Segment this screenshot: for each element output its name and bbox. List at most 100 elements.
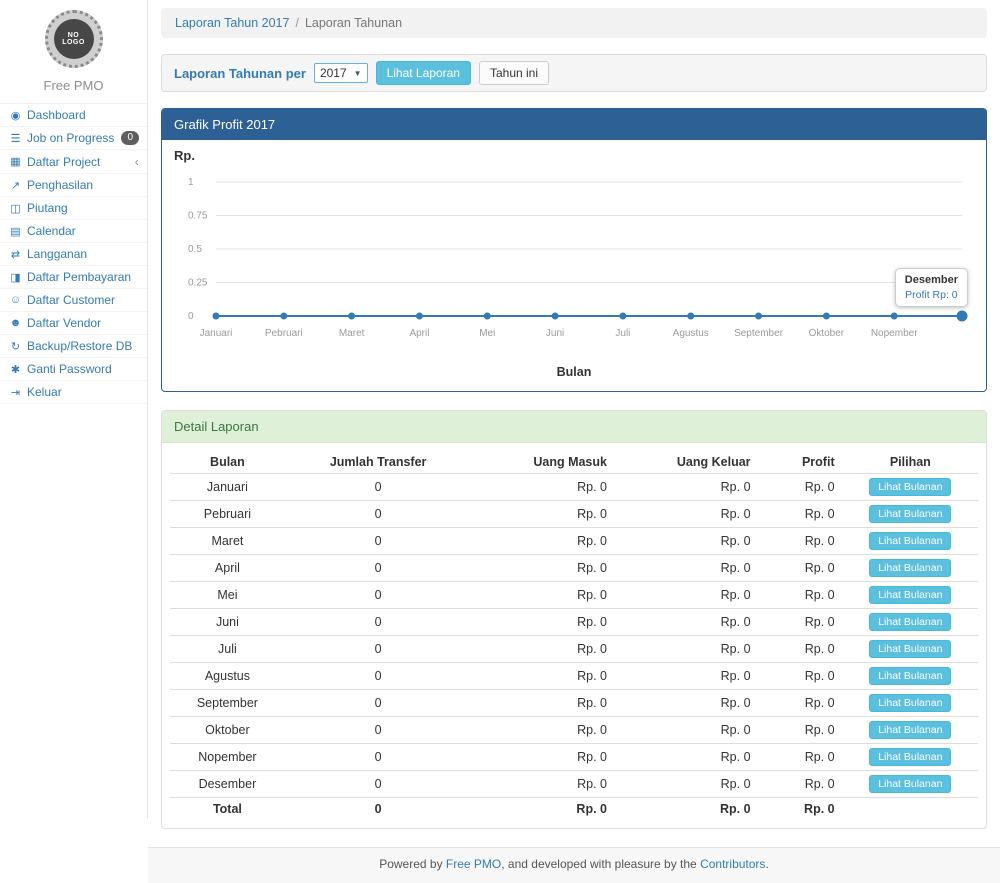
chart-point-Juli[interactable] [619,313,626,320]
chart-point-Nopember[interactable] [891,313,898,320]
sidebar-item-daftar-project[interactable]: ▦Daftar Project‹ [0,150,147,174]
brand-name: Free PMO [0,72,147,104]
cell-pilihan: Lihat Bulanan [843,528,978,555]
logo: NO LOGO [0,0,147,72]
lihat-bulanan-button[interactable]: Lihat Bulanan [869,478,951,496]
col-header-uang-keluar: Uang Keluar [615,451,759,474]
cell-pilihan: Lihat Bulanan [843,771,978,798]
tooltip-value: Profit Rp: 0 [905,289,958,301]
cell-bulan: Juni [170,609,285,636]
sidebar-item-label: Backup/Restore DB [27,339,139,353]
sidebar-item-penghasilan[interactable]: ↗Penghasilan [0,174,147,197]
lihat-bulanan-button[interactable]: Lihat Bulanan [869,640,951,658]
cell-uang-masuk: Rp. 0 [471,771,615,798]
sidebar-item-langganan[interactable]: ⇄Langganan [0,243,147,266]
cell-uang-keluar: Rp. 0 [615,636,759,663]
cell-uang-masuk: Rp. 0 [471,663,615,690]
tahun-ini-button[interactable]: Tahun ini [479,61,549,85]
lihat-bulanan-button[interactable]: Lihat Bulanan [869,721,951,739]
exchange-icon: ⇄ [8,248,23,261]
chart-point-Mei[interactable] [484,313,491,320]
refresh-icon: ↻ [8,340,23,353]
lihat-bulanan-button[interactable]: Lihat Bulanan [869,748,951,766]
cell-bulan: Pebruari [170,501,285,528]
sidebar-item-piutang[interactable]: ◫Piutang [0,197,147,220]
chart-point-Oktober[interactable] [823,313,830,320]
cell-profit: Rp. 0 [759,690,843,717]
table-row: Mei0Rp. 0Rp. 0Rp. 0Lihat Bulanan [170,582,978,609]
calendar-icon: ▤ [8,225,23,238]
lihat-bulanan-button[interactable]: Lihat Bulanan [869,532,951,550]
col-header-profit: Profit [759,451,843,474]
col-header-uang-masuk: Uang Masuk [471,451,615,474]
cell-jumlah-transfer: 0 [285,771,472,798]
chart-point-September[interactable] [755,313,762,320]
sidebar-item-ganti-password[interactable]: ✱Ganti Password [0,358,147,381]
chart-point-Maret[interactable] [348,313,355,320]
chart-point-Pebruari[interactable] [280,313,287,320]
footer-contributors-link[interactable]: Contributors [700,857,765,871]
lihat-bulanan-button[interactable]: Lihat Bulanan [869,667,951,685]
sidebar-item-job-on-progress[interactable]: ☰Job on Progress0 [0,127,147,150]
sidebar-item-daftar-pembayaran[interactable]: ◨Daftar Pembayaran [0,266,147,289]
sidebar-item-dashboard[interactable]: ◉Dashboard [0,104,147,127]
table-row: Agustus0Rp. 0Rp. 0Rp. 0Lihat Bulanan [170,663,978,690]
cell-profit: Rp. 0 [759,474,843,501]
lihat-bulanan-button[interactable]: Lihat Bulanan [869,775,951,793]
cell-uang-masuk: Rp. 0 [471,609,615,636]
vendors-icon: ☻ [8,317,23,329]
sidebar-item-calendar[interactable]: ▤Calendar [0,220,147,243]
cell-profit: Rp. 0 [759,663,843,690]
cell-jumlah-transfer: 0 [285,636,472,663]
sidebar-item-keluar[interactable]: ⇥Keluar [0,381,147,404]
svg-text:Juli: Juli [615,328,630,339]
sidebar-item-daftar-customer[interactable]: ☺Daftar Customer [0,289,147,312]
cell-pilihan: Lihat Bulanan [843,717,978,744]
cell-pilihan: Lihat Bulanan [843,501,978,528]
cell-profit: Rp. 0 [759,717,843,744]
cell-profit: Rp. 0 [759,555,843,582]
chart-point-Januari[interactable] [213,313,220,320]
chart-point-Agustus[interactable] [687,313,694,320]
detail-panel-title: Detail Laporan [162,411,986,443]
svg-text:0: 0 [188,311,194,322]
sidebar-item-label: Ganti Password [27,362,139,376]
svg-text:Oktober: Oktober [809,328,845,339]
cell-jumlah-transfer: 0 [285,474,472,501]
lihat-bulanan-button[interactable]: Lihat Bulanan [869,559,951,577]
cell-profit: Rp. 0 [759,771,843,798]
year-select[interactable]: 2017 ▼ [314,63,368,83]
chevron-down-icon: ▼ [354,69,362,78]
footer-brand-link[interactable]: Free PMO [446,857,501,871]
line-chart-icon: ↗ [8,179,23,192]
chart-body: Rp. 00.250.50.751JanuariPebruariMaretApr… [162,140,986,391]
report-filter-bar: Laporan Tahunan per 2017 ▼ Lihat Laporan… [161,54,987,92]
lihat-bulanan-button[interactable]: Lihat Bulanan [869,586,951,604]
cell-bulan: Nopember [170,744,285,771]
cell-uang-masuk: Rp. 0 [471,690,615,717]
sidebar-item-daftar-vendor[interactable]: ☻Daftar Vendor [0,312,147,335]
col-header-jumlah-transfer: Jumlah Transfer [285,451,472,474]
lihat-laporan-button[interactable]: Lihat Laporan [376,61,471,85]
svg-text:0.5: 0.5 [188,244,202,255]
breadcrumb-separator: / [295,16,298,30]
total-profit: Rp. 0 [759,798,843,821]
cell-bulan: April [170,555,285,582]
lihat-bulanan-button[interactable]: Lihat Bulanan [869,505,951,523]
chart-point-April[interactable] [416,313,423,320]
sidebar-item-backup-restore-db[interactable]: ↻ Backup/Restore DB [0,335,147,358]
table-row: Juni0Rp. 0Rp. 0Rp. 0Lihat Bulanan [170,609,978,636]
table-row: April0Rp. 0Rp. 0Rp. 0Lihat Bulanan [170,555,978,582]
svg-text:Pebruari: Pebruari [265,328,303,339]
lihat-bulanan-button[interactable]: Lihat Bulanan [869,694,951,712]
cell-uang-keluar: Rp. 0 [615,609,759,636]
cell-uang-keluar: Rp. 0 [615,555,759,582]
chart-point-Desember[interactable] [957,311,968,322]
logo-text: NO LOGO [61,32,87,46]
sidebar-item-label: Job on Progress [27,131,117,145]
tasks-icon: ☰ [8,132,23,145]
cell-uang-masuk: Rp. 0 [471,501,615,528]
chart-point-Juni[interactable] [552,313,559,320]
breadcrumb-parent-link[interactable]: Laporan Tahun 2017 [175,16,289,30]
lihat-bulanan-button[interactable]: Lihat Bulanan [869,613,951,631]
